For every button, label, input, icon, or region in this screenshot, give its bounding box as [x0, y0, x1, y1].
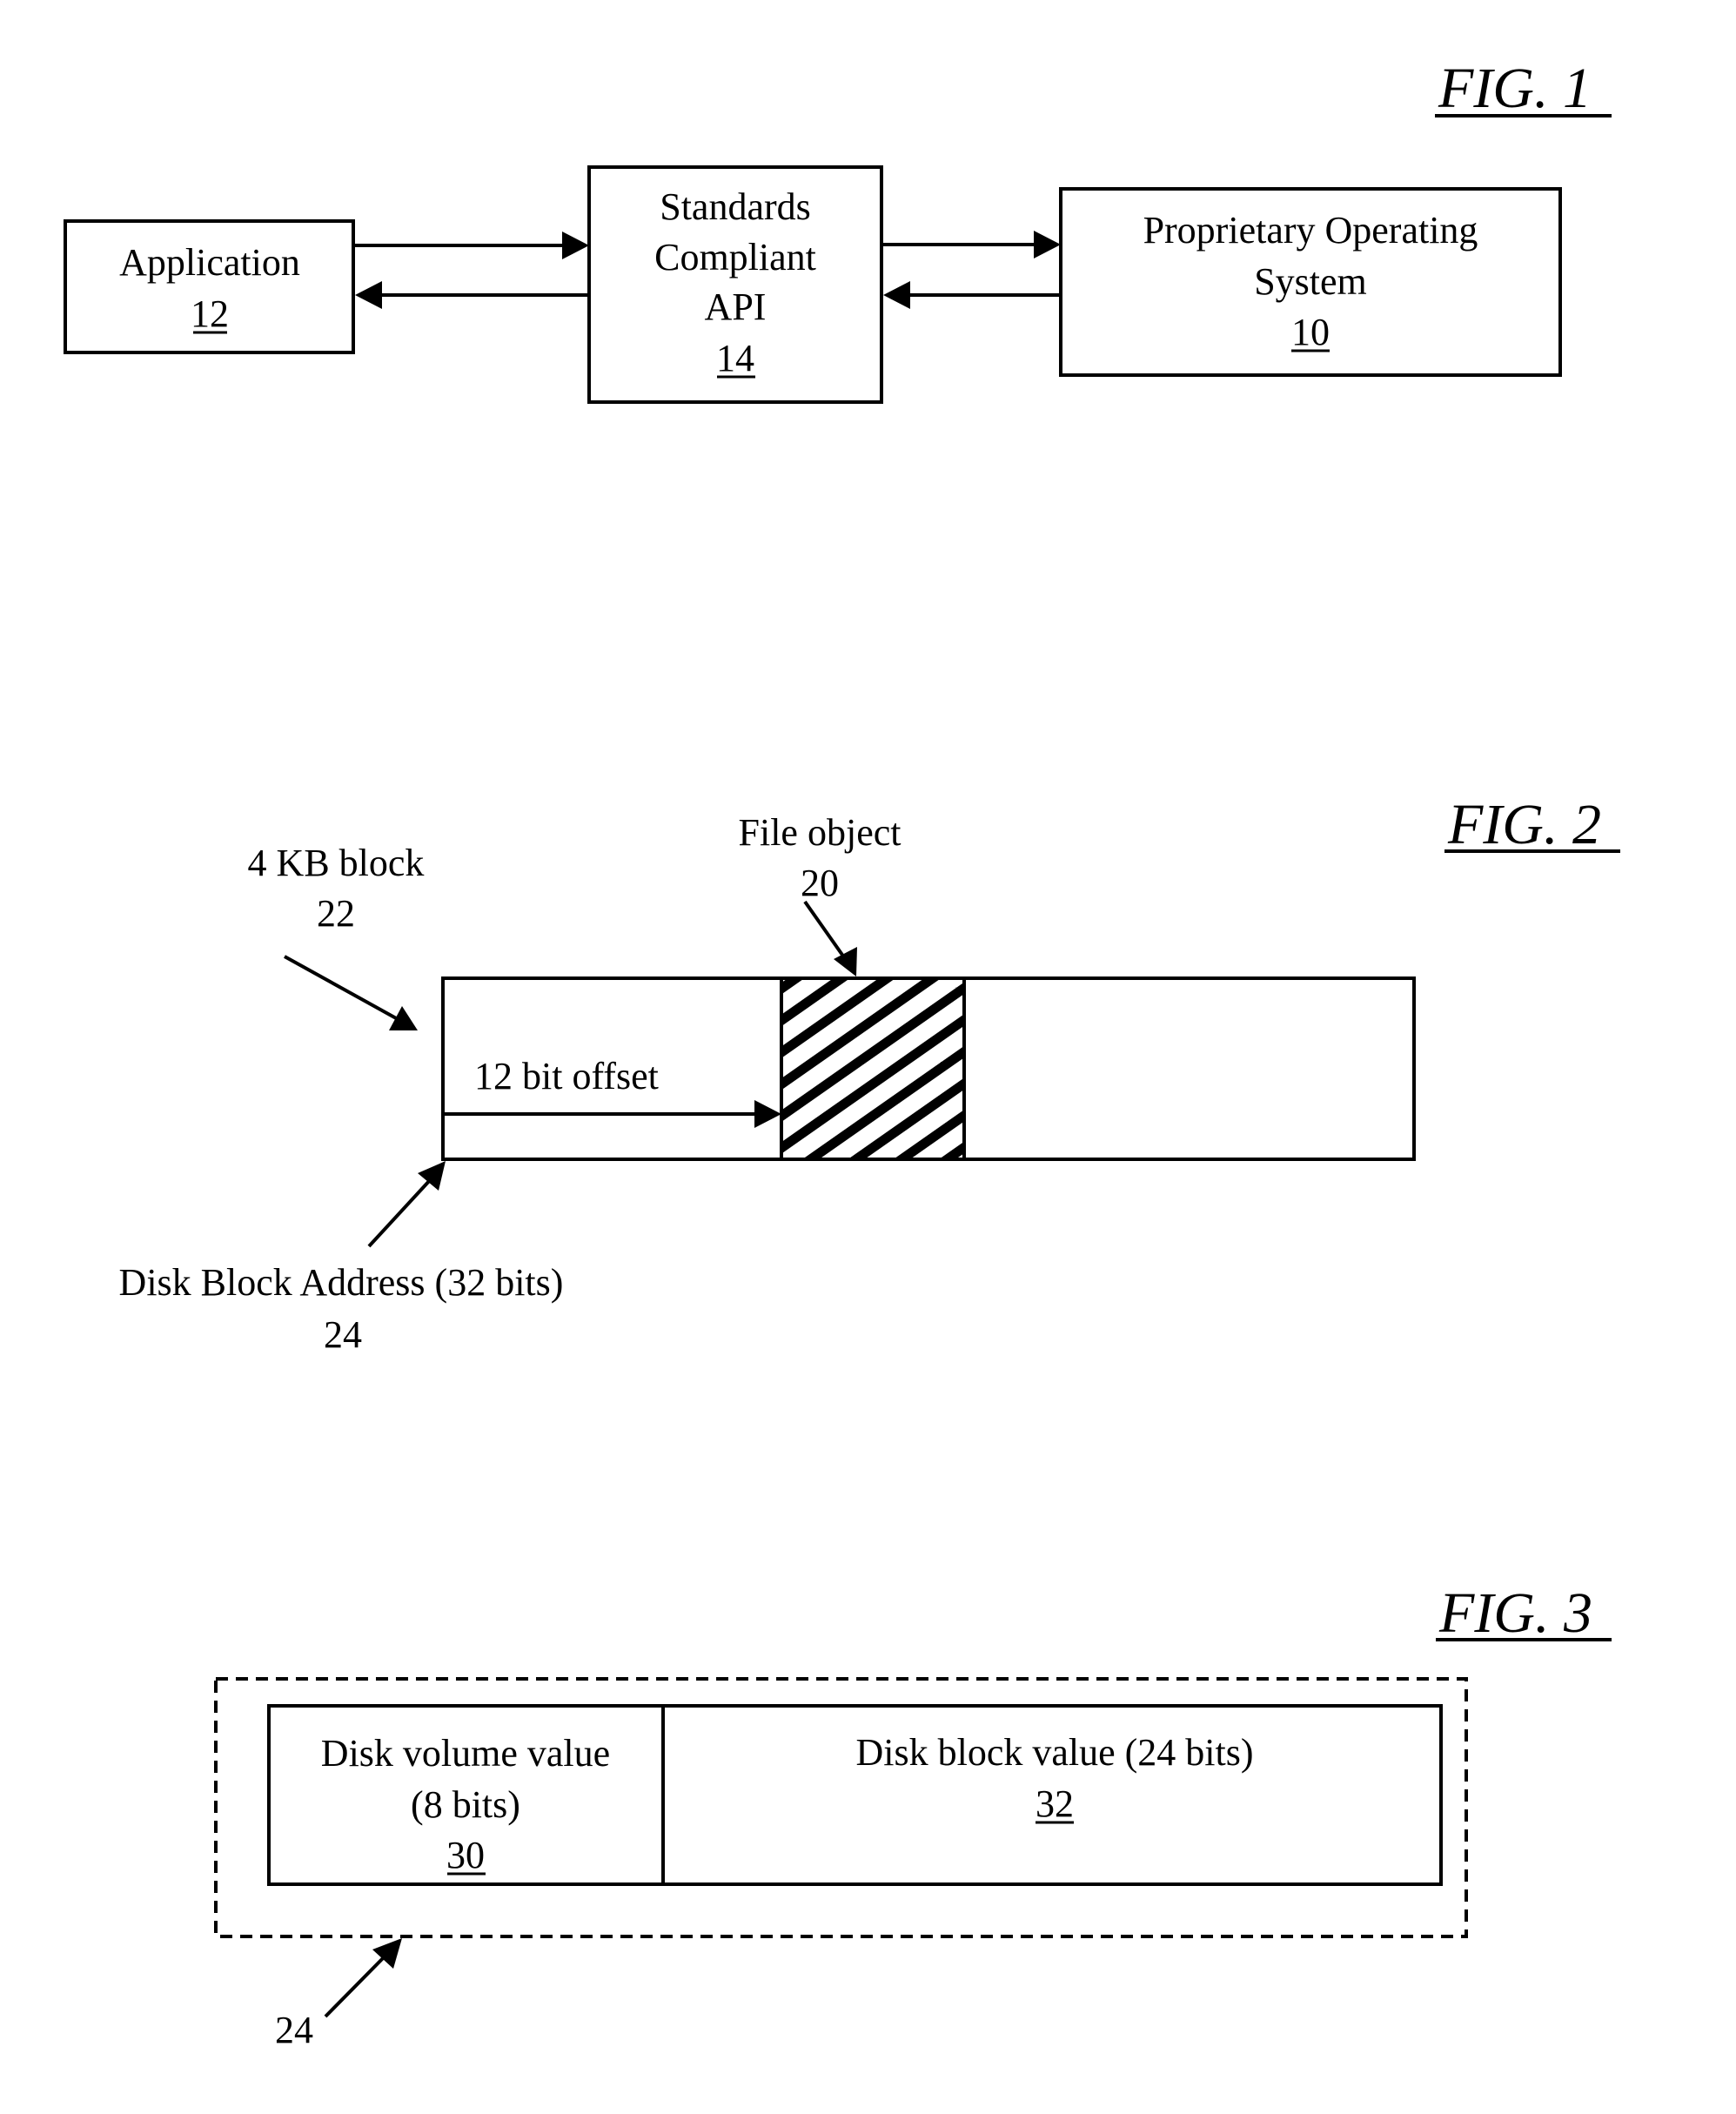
fig3-title: FIG. 3: [1438, 1581, 1592, 1645]
os-label-line1: Proprietary Operating: [1143, 209, 1478, 252]
api-label-line1: Standards: [660, 185, 811, 228]
arrow-os-to-api: [883, 281, 1061, 309]
patent-drawing-sheet: FIG. 1 Application 12 Standards Complian…: [64, 57, 1620, 2051]
api-box: Standards Compliant API 14: [587, 165, 883, 404]
fig3: FIG. 3 Disk volume value (8 bits) 30 Dis…: [214, 1581, 1612, 2051]
application-ref: 12: [191, 292, 229, 335]
file-object-label: File object: [739, 811, 902, 854]
file-object-ref: 20: [801, 862, 839, 904]
offset-label: 12 bit offset: [474, 1055, 659, 1097]
api-ref: 14: [716, 337, 754, 379]
api-label-line3: API: [705, 285, 767, 328]
os-ref: 10: [1291, 311, 1330, 353]
api-label-line2: Compliant: [654, 236, 816, 279]
disk-volume-label-line2: (8 bits): [411, 1783, 520, 1826]
fig1: FIG. 1 Application 12 Standards Complian…: [64, 57, 1612, 404]
address-ref: 24: [324, 1313, 362, 1356]
container-pointer-arrow: [324, 1938, 402, 2018]
application-label: Application: [119, 241, 300, 284]
disk-block-label: Disk block value (24 bits): [855, 1731, 1253, 1774]
disk-volume-ref: 30: [446, 1834, 485, 1876]
os-box: Proprietary Operating System 10: [1059, 187, 1562, 377]
disk-block-ref: 32: [1036, 1782, 1074, 1825]
block-pointer-arrow: [284, 955, 418, 1030]
file-object-pointer-arrow: [803, 900, 857, 976]
os-label-line2: System: [1254, 260, 1367, 303]
application-box: Application 12: [64, 219, 355, 354]
arrow-application-to-api: [353, 232, 589, 259]
fig2-title: FIG. 2: [1447, 793, 1601, 856]
arrow-api-to-application: [355, 281, 589, 309]
address-label: Disk Block Address (32 bits): [119, 1261, 564, 1304]
disk-volume-label-line1: Disk volume value: [321, 1732, 610, 1775]
fig1-title: FIG. 1: [1438, 57, 1592, 120]
file-object-region: [780, 976, 966, 1161]
arrow-api-to-os: [881, 231, 1061, 258]
fig2: FIG. 2 4 KB block 22 File object 20 12 b…: [119, 793, 1620, 1356]
address-pointer-arrow: [367, 1161, 446, 1248]
container-ref: 24: [275, 2009, 313, 2051]
block-ref: 22: [317, 892, 355, 935]
block-label: 4 KB block: [248, 842, 425, 884]
